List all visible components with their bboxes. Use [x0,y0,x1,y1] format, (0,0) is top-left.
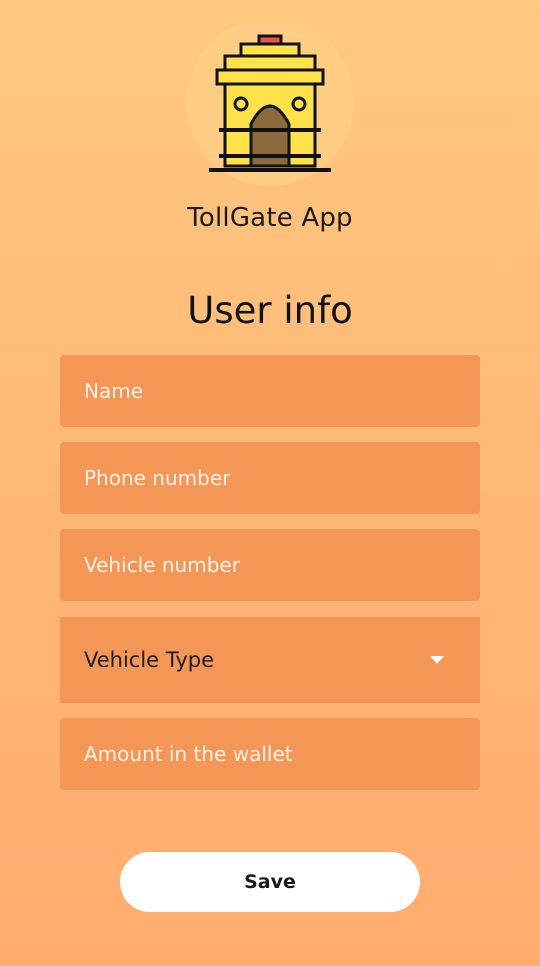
phone-field[interactable] [60,442,480,514]
page-title: User info [187,289,353,332]
app-logo [179,24,361,194]
vehicle-number-input[interactable] [82,552,458,578]
vehicle-number-field[interactable] [60,529,480,601]
wallet-amount-input[interactable] [82,741,458,767]
name-field[interactable] [60,355,480,427]
wallet-amount-field[interactable] [60,718,480,790]
phone-input[interactable] [82,465,458,491]
vehicle-type-label: Vehicle Type [84,648,215,672]
save-button[interactable]: Save [120,852,420,912]
app-title: TollGate App [187,203,353,233]
vehicle-type-select[interactable]: Vehicle Type [60,617,480,703]
india-gate-icon [186,24,354,186]
name-input[interactable] [82,378,458,404]
dropdown-arrow-icon[interactable] [430,656,444,664]
